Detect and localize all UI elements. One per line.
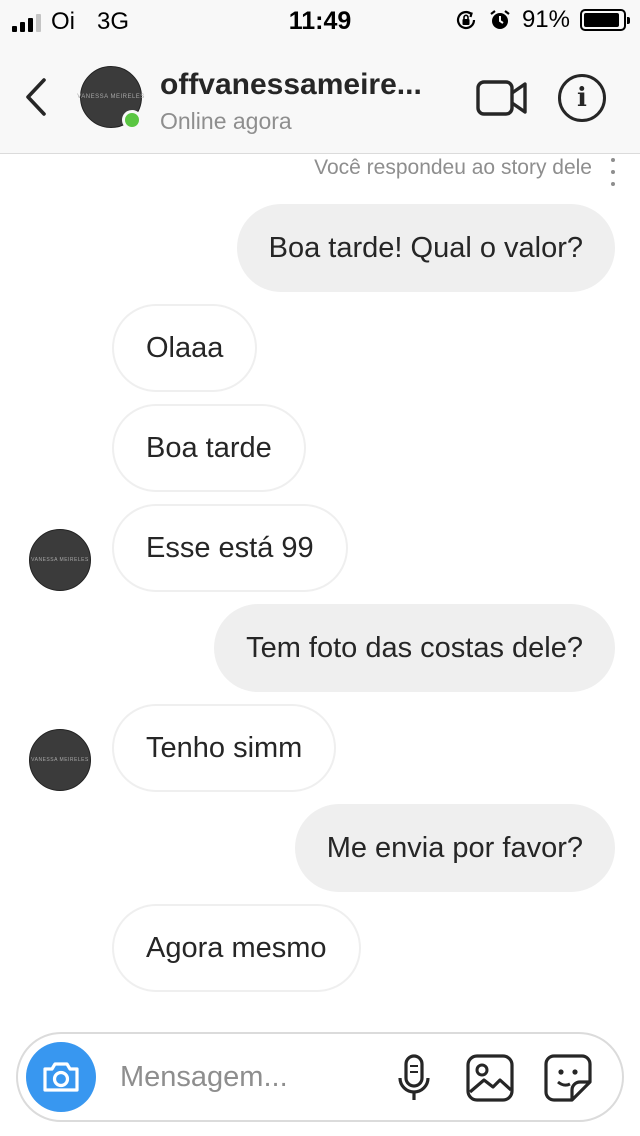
message-bubble-received[interactable]: Boa tarde xyxy=(112,404,306,492)
battery-percent: 91% xyxy=(521,6,570,33)
battery-icon xyxy=(580,9,630,31)
avatar-text: VANESSA MEIRELES xyxy=(31,757,89,763)
online-indicator xyxy=(122,110,142,130)
message-bubble-sent[interactable]: Tem foto das costas dele? xyxy=(214,604,615,692)
presence-status: Online agora xyxy=(160,108,292,134)
sender-avatar[interactable]: VANESSA MEIRELES xyxy=(29,729,91,791)
camera-icon xyxy=(43,1062,79,1092)
status-bar: Oi 3G 11:49 91% xyxy=(0,0,640,40)
message-bubble-received[interactable]: Agora mesmo xyxy=(112,904,361,992)
sender-avatar[interactable]: VANESSA MEIRELES xyxy=(29,529,91,591)
message-bubble-received[interactable]: Esse está 99 xyxy=(112,504,348,592)
message-bubble-sent[interactable]: Boa tarde! Qual o valor? xyxy=(236,204,615,292)
story-reply-note: Você respondeu ao story dele xyxy=(314,156,592,179)
camera-button[interactable] xyxy=(26,1042,96,1112)
avatar-text: VANESSA MEIRELES xyxy=(77,94,145,100)
message-bubble-received[interactable]: Tenho simm xyxy=(112,704,337,792)
battery-fill xyxy=(584,13,619,27)
info-icon[interactable]: i xyxy=(558,74,606,122)
alarm-icon xyxy=(490,10,510,29)
message-composer xyxy=(16,1032,624,1122)
username[interactable]: offvanessameire... xyxy=(160,68,422,102)
sticker-icon[interactable] xyxy=(540,1050,596,1106)
back-chevron-icon[interactable] xyxy=(20,74,56,120)
video-call-icon[interactable] xyxy=(476,78,528,118)
gallery-icon[interactable] xyxy=(462,1050,518,1106)
conversation-header: VANESSA MEIRELES offvanessameire... Onli… xyxy=(0,40,640,154)
status-right: 91% xyxy=(454,6,630,34)
rotation-lock-icon xyxy=(456,10,476,30)
message-bubble-received[interactable]: Olaaa xyxy=(112,304,258,392)
message-bubble-sent[interactable]: Me envia por favor? xyxy=(294,804,615,892)
message-input[interactable] xyxy=(120,1054,380,1100)
avatar-text: VANESSA MEIRELES xyxy=(31,557,89,563)
more-options-icon[interactable] xyxy=(609,158,617,186)
microphone-icon[interactable] xyxy=(386,1050,442,1106)
